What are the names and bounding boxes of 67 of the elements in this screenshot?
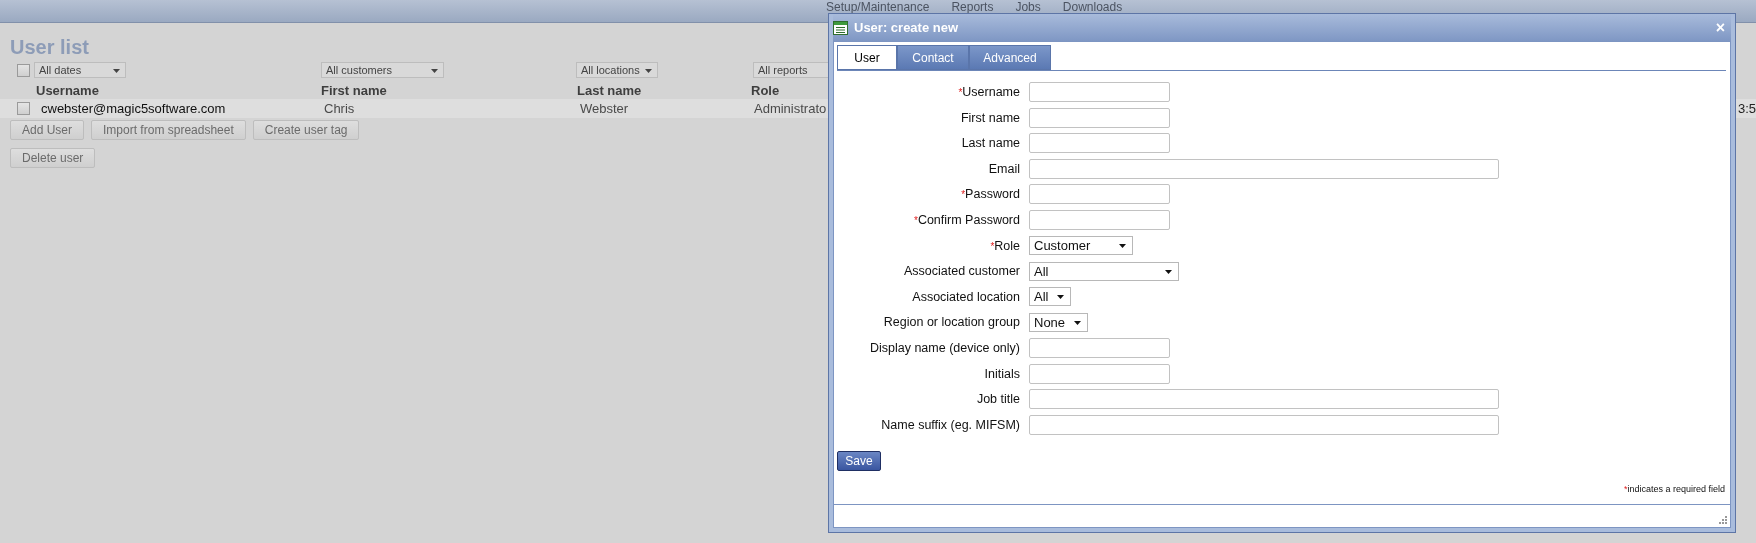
filter-dropdown[interactable]: All customers bbox=[321, 62, 444, 78]
action-button[interactable]: Import from spreadsheet bbox=[91, 120, 246, 140]
field-label: *Confirm Password bbox=[913, 212, 1020, 227]
close-icon[interactable]: × bbox=[1715, 18, 1725, 37]
input-field[interactable] bbox=[1029, 389, 1499, 410]
filter-dropdown[interactable]: All dates bbox=[34, 62, 126, 78]
dropdown[interactable]: All bbox=[1029, 287, 1071, 307]
dropdown[interactable]: All bbox=[1029, 261, 1179, 281]
input-field[interactable] bbox=[1029, 133, 1170, 154]
page-title: User list bbox=[10, 36, 89, 59]
nav-link[interactable]: Downloads bbox=[1062, 0, 1123, 13]
nav-link[interactable]: Setup/Maintenance bbox=[826, 0, 930, 13]
field-label: Associated location bbox=[912, 289, 1020, 304]
field-label: Region or location group bbox=[883, 315, 1020, 330]
tab[interactable]: User bbox=[837, 45, 897, 70]
filter-dropdown[interactable]: All locations bbox=[576, 62, 658, 78]
column-header: Username bbox=[36, 82, 99, 98]
field-label: Email bbox=[988, 161, 1020, 176]
field-label: Job title bbox=[976, 392, 1020, 407]
input-field[interactable] bbox=[1029, 414, 1499, 435]
field-label: Last name bbox=[961, 136, 1020, 151]
column-header: Last name bbox=[577, 82, 642, 98]
column-header: Role bbox=[751, 82, 780, 98]
resize-grip-icon[interactable] bbox=[1719, 516, 1727, 524]
input-field[interactable] bbox=[1029, 363, 1170, 384]
dropdown-arrow-icon bbox=[1165, 269, 1172, 274]
dialog-title: User: create new bbox=[854, 20, 959, 35]
input-field[interactable] bbox=[1029, 209, 1170, 230]
action-button[interactable]: Create user tag bbox=[252, 120, 360, 140]
field-label: Name suffix (eg. MIFSM) bbox=[881, 417, 1020, 432]
field-label: Initials bbox=[984, 366, 1020, 381]
input-field[interactable] bbox=[1029, 184, 1170, 205]
table-cell: cwebster@magic5software.com bbox=[41, 101, 226, 116]
list-window-icon bbox=[833, 20, 848, 35]
dropdown-arrow-icon bbox=[1119, 244, 1126, 249]
dropdown[interactable]: Customer bbox=[1029, 236, 1133, 256]
save-button[interactable]: Save bbox=[837, 450, 881, 471]
input-field[interactable] bbox=[1029, 158, 1499, 179]
input-field[interactable] bbox=[1029, 337, 1170, 358]
tab[interactable]: Contact bbox=[897, 45, 969, 70]
input-field[interactable] bbox=[1029, 107, 1170, 128]
dropdown-arrow-icon bbox=[1057, 295, 1064, 300]
nav-link[interactable]: Jobs bbox=[1015, 0, 1041, 13]
dropdown-arrow-icon bbox=[645, 69, 652, 73]
table-cell: Webster bbox=[580, 101, 629, 116]
row-checkbox[interactable] bbox=[17, 102, 30, 115]
nav-link[interactable]: Reports bbox=[951, 0, 994, 13]
input-field[interactable] bbox=[1029, 82, 1170, 102]
field-label: *Password bbox=[961, 187, 1020, 202]
tab[interactable]: Advanced bbox=[969, 45, 1051, 70]
dropdown[interactable]: None bbox=[1029, 312, 1088, 332]
field-label: Display name (device only) bbox=[869, 340, 1020, 355]
table-cell: Chris bbox=[324, 101, 355, 116]
field-label: First name bbox=[960, 110, 1020, 125]
column-header: First name bbox=[321, 82, 387, 98]
field-label: Associated customer bbox=[903, 264, 1020, 279]
dropdown-arrow-icon bbox=[431, 69, 438, 73]
table-cell: 3:5 bbox=[1737, 101, 1756, 116]
select-all-checkbox[interactable] bbox=[17, 63, 30, 77]
table-cell: Administrato bbox=[754, 101, 827, 116]
action-button[interactable]: Add User bbox=[10, 120, 85, 140]
dropdown-arrow-icon bbox=[1074, 320, 1081, 325]
action-button[interactable]: Delete user bbox=[10, 148, 96, 168]
field-label: *Role bbox=[990, 238, 1020, 253]
required-note: *indicates a required field bbox=[1623, 484, 1725, 494]
dropdown-arrow-icon bbox=[113, 69, 120, 73]
field-label: *Username bbox=[958, 85, 1020, 99]
